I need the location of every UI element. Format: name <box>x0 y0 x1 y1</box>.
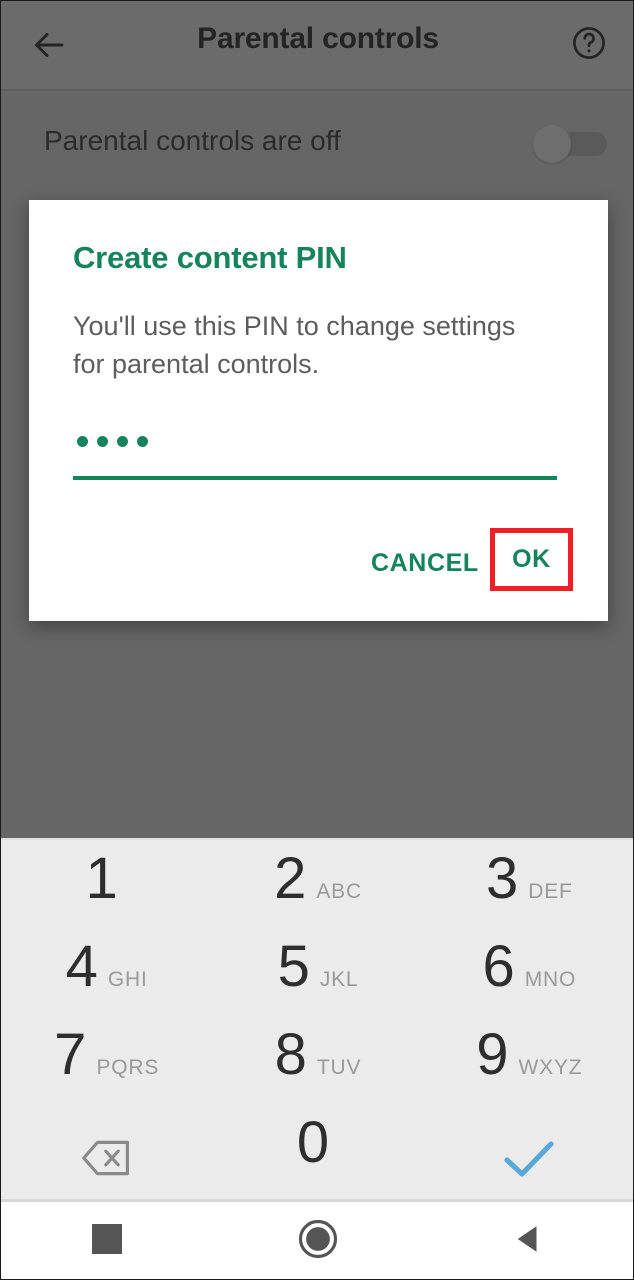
cancel-button[interactable]: CANCEL <box>359 539 491 588</box>
parental-controls-label: Parental controls are off <box>44 125 341 156</box>
keypad-row-2: 4 GHI 5 JKL 6 MNO <box>1 934 633 1026</box>
pin-dot <box>77 436 88 447</box>
pin-dot <box>117 436 128 447</box>
key-letters: MNO <box>524 968 577 991</box>
recents-square-shape <box>91 1224 122 1254</box>
key-1[interactable]: 1 <box>1 850 212 938</box>
key-digit: 3 <box>485 846 519 911</box>
checkmark-icon[interactable] <box>424 1114 633 1202</box>
system-nav-bar <box>1 1199 633 1279</box>
key-digit: 6 <box>482 934 515 999</box>
page-title: Parental controls <box>197 22 439 55</box>
key-6[interactable]: 6 MNO <box>424 934 633 1026</box>
key-letters: JKL <box>319 968 359 991</box>
pin-input[interactable] <box>73 422 557 480</box>
keypad-row-3: 7 PQRS 8 TUV 9 WXYZ <box>1 1022 633 1114</box>
key-letters: GHI <box>107 968 148 991</box>
parental-controls-row[interactable]: Parental controls are off <box>1 92 633 216</box>
appbar-divider <box>1 89 633 91</box>
pin-input-underline <box>73 476 557 480</box>
key-digit: 9 <box>476 1022 509 1087</box>
key-letters: DEF <box>528 880 573 903</box>
key-7[interactable]: 7 PQRS <box>1 1026 212 1114</box>
key-2[interactable]: 2 ABC <box>212 850 423 938</box>
key-digit: 0 <box>296 1110 330 1175</box>
key-8[interactable]: 8 TUV <box>212 1026 423 1114</box>
key-letters: ABC <box>316 880 362 903</box>
help-circle-icon[interactable] <box>565 19 613 67</box>
key-9[interactable]: 9 WXYZ <box>424 1022 633 1114</box>
key-letters: PQRS <box>96 1056 160 1079</box>
pin-dot <box>97 436 108 447</box>
toggle-thumb <box>533 125 571 163</box>
key-digit: 4 <box>65 934 98 999</box>
key-letters: TUV <box>316 1056 362 1079</box>
keypad-top-divider <box>1 838 633 840</box>
create-pin-dialog: Create content PIN You'll use this PIN t… <box>29 200 608 621</box>
key-letters: WXYZ <box>518 1056 583 1079</box>
triangle-back-icon[interactable] <box>424 1221 633 1257</box>
key-digit: 7 <box>54 1022 87 1087</box>
pin-dot <box>137 436 148 447</box>
key-3[interactable]: 3 DEF <box>424 846 633 938</box>
key-digit: 5 <box>277 934 310 999</box>
key-5[interactable]: 5 JKL <box>212 938 423 1026</box>
app-bar: Parental controls <box>1 1 633 90</box>
keypad-row-4: 0 <box>1 1114 633 1202</box>
navbar-top-divider <box>1 1199 633 1202</box>
key-digit: 2 <box>274 846 307 911</box>
key-digit: 1 <box>85 846 118 911</box>
phone-screen: Parental controls Parental controls are … <box>0 0 634 1280</box>
square-recents-icon[interactable] <box>1 1224 212 1254</box>
ok-button[interactable]: OK <box>490 528 573 591</box>
pin-masked-value <box>77 436 148 447</box>
key-0[interactable]: 0 <box>212 1114 423 1202</box>
dialog-message: You'll use this PIN to change settings f… <box>73 311 516 379</box>
key-4[interactable]: 4 GHI <box>1 938 212 1026</box>
keypad-row-1: 1 2 ABC 3 DEF <box>1 846 633 938</box>
backspace-icon[interactable] <box>1 1114 212 1202</box>
circle-home-icon[interactable] <box>212 1218 423 1260</box>
parental-controls-toggle[interactable] <box>533 124 607 163</box>
numeric-keypad: 1 2 ABC 3 DEF 4 GHI 5 JKL 6 MNO 7 PQRS 8… <box>1 838 633 1202</box>
key-digit: 8 <box>274 1022 307 1087</box>
dialog-title: Create content PIN <box>73 240 347 275</box>
